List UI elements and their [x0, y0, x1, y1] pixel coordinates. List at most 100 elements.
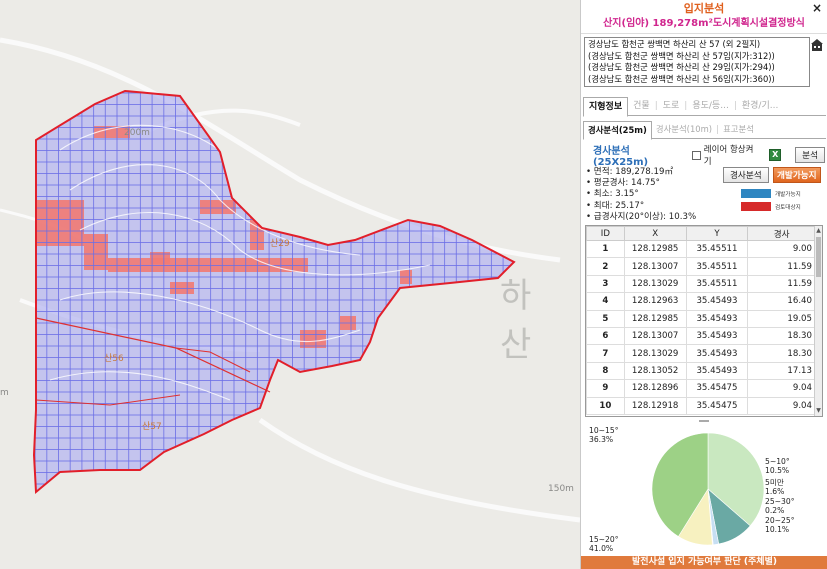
table-row[interactable]: 6 128.13007 35.45493 18.30 [586, 326, 816, 346]
developable-land-button[interactable]: 개발가능지 [773, 167, 821, 183]
pie-label-5-10: 5~10° 10.5% [765, 457, 790, 476]
panel-subtitle: 산지(임야) 189,278m²도시계획시설결정방식 [603, 18, 805, 29]
cell-x: 128.12985 [623, 239, 687, 259]
stat-avg-slope: • 평균경사: 14.75° [586, 178, 660, 189]
table-row[interactable]: 8 128.13052 35.45493 17.13 [586, 361, 816, 381]
main-tabs: 지형정보 건물 | 도로 | 용도/등... | 환경/기... [583, 97, 826, 117]
cell-y: 35.45511 [685, 274, 749, 294]
cell-slope: 9.04 [747, 396, 816, 415]
tab-road[interactable]: 도로 [658, 97, 685, 115]
cell-id: 7 [586, 344, 625, 363]
slope-stats: • 면적: 189,278.19㎡ • 평균경사: 14.75° • 최소: 3… [586, 167, 726, 223]
cell-slope: 17.13 [747, 361, 816, 381]
cell-x: 128.13029 [623, 344, 687, 363]
contour-label-200: 200m [124, 128, 150, 138]
address-line: (경상남도 합천군 쌍백면 하산리 산 57임(지가:312)) [588, 50, 775, 61]
cell-y: 35.45493 [685, 309, 749, 328]
address-line: (경상남도 합천군 쌍백면 하산리 산 29임(지가:294)) [588, 62, 775, 73]
address-line: 경상남도 합천군 쌍백면 하산리 산 57 (외 2필지) [588, 39, 761, 49]
address-box: 경상남도 합천군 쌍백면 하산리 산 57 (외 2필지) (경상남도 합천군 … [584, 37, 810, 87]
layer-always-on-checkbox[interactable] [691, 150, 701, 160]
table-row[interactable]: 3 128.13029 35.45511 11.59 [586, 274, 816, 294]
table-row[interactable]: 5 128.12985 35.45493 19.05 [586, 309, 816, 328]
cell-x: 128.13029 [623, 274, 687, 294]
table-row[interactable]: 4 128.12963 35.45493 16.40 [586, 292, 816, 311]
parcel-label-56: 산56 [104, 354, 124, 364]
building-icon[interactable] [810, 38, 824, 52]
excel-icon[interactable]: X [769, 149, 782, 161]
site-feasibility-button[interactable]: 발전사설 입지 가능여부 판단 (주체별) [581, 556, 827, 569]
cell-y: 35.45475 [685, 396, 749, 415]
parcel-label-29: 산29 [270, 239, 290, 249]
cell-x: 128.12985 [623, 309, 687, 328]
stat-max: • 최대: 25.17° [586, 200, 645, 211]
cell-id: 5 [586, 309, 625, 328]
cell-x: 128.13007 [623, 257, 687, 276]
address-line: (경상남도 합천군 쌍백면 하산리 산 56임(지가:360)) [588, 73, 775, 84]
slope-table[interactable]: ID X Y 경사 1 128.12985 35.45511 9.00 2 128.130… [585, 225, 823, 417]
map-canvas[interactable] [0, 0, 580, 569]
parcel-label-57: 산57 [142, 422, 162, 432]
scroll-up-icon[interactable]: ▲ [815, 226, 822, 236]
slope-pie-chart: 10~15° 36.3% 5~10° 10.5% 5미만 1.6% 25~30° 0.2… [581, 422, 827, 556]
map-view[interactable]: 하 산 200m 150m m 산29 산56 산57 [0, 0, 580, 569]
tab-environment[interactable]: 환경/기... [737, 97, 783, 115]
scroll-thumb[interactable] [816, 237, 821, 277]
col-x: X [623, 226, 687, 241]
pie-label-20-25: 20~25° 10.1% [765, 516, 795, 535]
cell-id: 9 [586, 379, 625, 398]
cell-slope: 18.30 [747, 344, 816, 363]
cell-y: 35.45493 [685, 326, 749, 346]
sub-tabs: 경사분석(25m) 경사분석(10m) | 표고분석 [583, 121, 826, 140]
cell-id: 2 [586, 257, 625, 276]
cell-y: 35.45493 [685, 361, 749, 381]
cell-y: 35.45475 [685, 379, 749, 398]
pie-label-under-5: 5미만 1.6% [765, 478, 785, 497]
cell-y: 35.45493 [685, 344, 749, 363]
cell-x: 128.12918 [623, 396, 687, 415]
table-row[interactable]: 2 128.13007 35.45511 11.59 [586, 257, 816, 276]
cell-x: 128.12963 [623, 292, 687, 311]
cell-y: 35.45493 [685, 292, 749, 311]
table-row[interactable]: 9 128.12896 35.45475 9.04 [586, 379, 816, 398]
col-slope: 경사 [747, 226, 816, 241]
cell-x: 128.13007 [623, 326, 687, 346]
slope-analysis-button[interactable]: 경사분석 [723, 167, 769, 183]
panel-title: 입지분석 [683, 2, 725, 15]
close-button[interactable]: × [812, 1, 822, 15]
tab-zoning[interactable]: 용도/등... [687, 97, 733, 115]
table-header-row: ID X Y 경사 [586, 226, 816, 241]
tab-elevation[interactable]: 표고분석 [719, 121, 758, 138]
legend-swatch [741, 189, 771, 198]
analysis-title: 경사분석(25X25m) [593, 146, 649, 168]
panel-header: 입지분석 산지(임야) 189,278m²도시계획시설결정방식 × [581, 0, 827, 34]
stat-steep-ratio: • 급경사지(20°이상): 10.3% [586, 211, 697, 222]
contour-label-m: m [0, 388, 9, 398]
table-row[interactable]: 7 128.13029 35.45493 18.30 [586, 344, 816, 363]
cell-slope: 11.59 [747, 257, 816, 276]
cell-x: 128.12896 [623, 379, 687, 398]
cell-id: 6 [586, 326, 625, 346]
cell-slope: 11.59 [747, 274, 816, 294]
table-row[interactable]: 1 128.12985 35.45511 9.00 [586, 239, 816, 259]
cell-id: 10 [586, 396, 625, 415]
tab-slope-10m[interactable]: 경사분석(10m) [652, 121, 716, 138]
place-label: 하 산 [500, 276, 548, 365]
tab-terrain[interactable]: 지형정보 [583, 97, 629, 117]
analyze-button[interactable]: 분석 [795, 147, 825, 163]
stat-area: • 면적: 189,278.19㎡ [586, 167, 674, 177]
pie-label-10-15: 10~15° 36.3% [589, 426, 619, 445]
stat-min: • 최소: 3.15° [586, 189, 639, 200]
col-id: ID [586, 226, 625, 241]
tab-building[interactable]: 건물 [628, 97, 655, 115]
legend-swatch [741, 202, 771, 211]
table-row[interactable]: 10 128.12918 35.45475 9.04 [586, 396, 816, 415]
layer-always-on-label: 레이어 항상켜기 [703, 145, 754, 167]
cell-slope: 16.40 [747, 292, 816, 311]
scroll-down-icon[interactable]: ▼ [815, 406, 822, 416]
cell-x: 128.13052 [623, 361, 687, 381]
tab-slope-25m[interactable]: 경사분석(25m) [583, 121, 652, 140]
legend-label: 검토대상지 [775, 204, 801, 211]
table-scrollbar[interactable]: ▲ ▼ [814, 226, 822, 416]
legend-item-developable: 개발가능지 [741, 189, 801, 198]
